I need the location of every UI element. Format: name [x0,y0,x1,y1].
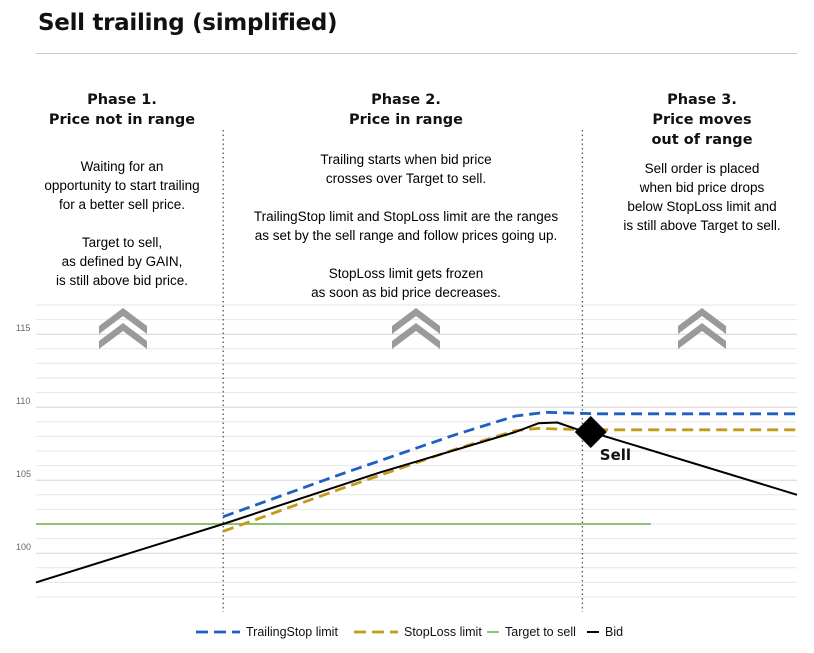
double-chevron-up-icon [678,308,726,349]
double-chevron-up-icon [392,308,440,349]
y-tick-label: 110 [16,396,30,406]
legend-label: TrailingStop limit [246,625,338,639]
legend-item-target-to-sell: Target to sell [487,625,576,639]
y-tick-label: 105 [16,469,31,479]
chart-legend: TrailingStop limit StopLoss limit Target t… [0,625,814,645]
legend-label: StopLoss limit [404,625,482,639]
legend-item-bid: Bid [587,625,623,639]
legend-swatch [587,631,599,633]
legend-item-trailingstop-limit: TrailingStop limit [196,625,338,639]
grid-lines [36,304,797,598]
legend-swatch [487,631,499,633]
line-chart: 100 105 110 115 Sell [16,130,798,612]
legend-label: Bid [605,625,624,639]
series-line-bid [35,421,798,584]
sell-marker-diamond [574,416,607,449]
double-chevron-up-icon [99,308,147,349]
sell-annotation-label: Sell [600,446,631,464]
legend-swatch [354,630,398,634]
y-tick-label: 115 [16,323,30,333]
legend-item-stoploss-limit: StopLoss limit [354,625,482,639]
y-tick-label: 100 [16,542,31,552]
legend-swatch [196,630,240,634]
legend-label: Target to sell [505,625,576,639]
